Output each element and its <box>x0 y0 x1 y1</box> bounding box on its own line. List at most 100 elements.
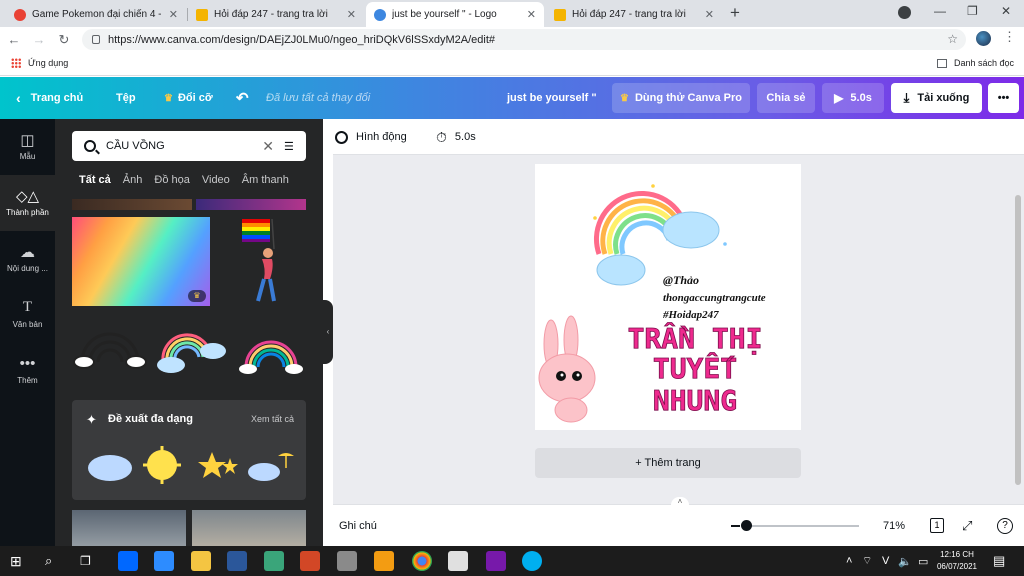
file-menu[interactable]: Tệp <box>116 77 136 119</box>
name-text-line[interactable]: TUYẾT <box>652 351 737 386</box>
language-indicator[interactable]: V <box>882 546 889 576</box>
present-button[interactable]: ▶ 5.0s <box>822 83 884 113</box>
tray-chevron-icon[interactable]: ˄ <box>846 546 852 576</box>
browser-tab-active[interactable]: just be yourself " - Logo ✕ <box>366 2 544 27</box>
volume-icon[interactable]: 🔈 <box>898 546 912 576</box>
wifi-icon[interactable]: ⌔ <box>862 546 872 576</box>
bunny-graphic[interactable] <box>538 315 596 423</box>
profile-avatar[interactable] <box>976 31 991 46</box>
tab-all[interactable]: Tất cả <box>79 174 111 186</box>
browser-tab[interactable]: Game Pokemon đại chiến 4 - Po ✕ <box>6 2 186 27</box>
word-icon[interactable] <box>227 551 247 571</box>
taskbar-clock[interactable]: 12:16 CH 06/07/2021 <box>934 549 980 573</box>
restore-icon[interactable]: ❐ <box>967 4 978 18</box>
photo-thumbnail[interactable] <box>192 510 306 546</box>
animate-button[interactable]: Hình động <box>335 119 407 155</box>
share-button[interactable]: Chia sẻ <box>757 83 815 113</box>
rainbow-gradient-thumbnail[interactable]: ♛ <box>72 217 210 306</box>
app-icon[interactable] <box>374 551 394 571</box>
reload-icon[interactable]: ↻ <box>53 32 75 48</box>
credit-text-line[interactable]: thongaccungtrangcute <box>663 292 766 304</box>
file-explorer-icon[interactable] <box>191 551 211 571</box>
rainbow-graphic[interactable] <box>593 184 727 286</box>
close-tab-icon[interactable]: ✕ <box>527 8 536 21</box>
tab-graphics[interactable]: Đồ họa <box>154 174 189 186</box>
browser-menu-icon[interactable]: ⋮ <box>1003 29 1016 45</box>
rainbow-arc-graphic[interactable] <box>236 327 306 375</box>
search-icon[interactable]: ⌕ <box>45 551 65 571</box>
collapse-panel-button[interactable]: ‹ <box>323 300 333 364</box>
more-options-button[interactable]: ••• <box>988 83 1019 113</box>
name-text-line[interactable]: NHUNG <box>652 384 737 418</box>
close-tab-icon[interactable]: ✕ <box>705 8 714 21</box>
app-icon[interactable] <box>448 551 468 571</box>
zoom-app-icon[interactable] <box>154 551 174 571</box>
network-icon[interactable]: ▭ <box>918 546 928 576</box>
credit-text-line[interactable]: #Hoidap247 <box>662 309 719 321</box>
home-button[interactable]: ‹ Trang chủ <box>16 77 83 119</box>
rainbow-outline-graphic[interactable] <box>72 322 147 372</box>
zoom-slider[interactable] <box>743 525 859 527</box>
pride-flag-person-graphic[interactable] <box>234 217 294 306</box>
fullscreen-icon[interactable]: ⤢ <box>962 505 972 547</box>
document-title[interactable]: just be yourself " <box>507 77 597 119</box>
zoom-out-icon[interactable] <box>731 525 740 527</box>
tab-search-icon[interactable] <box>898 6 911 19</box>
tab-audio[interactable]: Âm thanh <box>242 174 289 186</box>
browser-tab[interactable]: Hỏi đáp 247 - trang tra lời ✕ <box>188 2 364 27</box>
see-all-link[interactable]: Xem tất cả <box>251 414 294 424</box>
rail-item-elements[interactable]: ◇△ Thành phần <box>0 175 55 231</box>
photo-thumbnail[interactable] <box>72 199 192 210</box>
app-icon[interactable] <box>337 551 357 571</box>
expand-footer-icon[interactable]: ˄ <box>671 497 689 507</box>
download-button[interactable]: ⤓ Tải xuống <box>891 83 982 113</box>
forward-icon[interactable]: → <box>28 32 50 47</box>
design-page[interactable]: @Thảo thongaccungtrangcute #Hoidap247 TR… <box>535 164 801 430</box>
help-button[interactable]: ? <box>997 518 1013 534</box>
tab-photos[interactable]: Ảnh <box>123 174 143 186</box>
zoom-level[interactable]: 71% <box>883 505 905 547</box>
rainbow-clouds-graphic[interactable] <box>153 317 227 375</box>
add-page-button[interactable]: + Thêm trang <box>535 448 801 478</box>
apps-shortcut[interactable]: Ứng dụng <box>11 58 68 68</box>
rail-item-templates[interactable]: ◫ Mẫu <box>0 119 55 175</box>
page-count-button[interactable]: 1 <box>930 518 944 533</box>
editor-scrollbar[interactable] <box>1013 155 1022 495</box>
filter-icon[interactable]: ☰ <box>284 140 298 153</box>
minimize-icon[interactable]: — <box>934 4 946 18</box>
app-icon[interactable] <box>264 551 284 571</box>
undo-icon[interactable]: ↶ <box>236 77 249 119</box>
close-window-icon[interactable]: ✕ <box>1001 4 1011 18</box>
try-pro-button[interactable]: ♛ Dùng thử Canva Pro <box>612 83 750 113</box>
chrome-icon[interactable] <box>412 551 432 571</box>
name-text-line[interactable]: TRẦN THỊ <box>627 321 763 356</box>
suggestion-graphics[interactable] <box>86 446 296 486</box>
tab-video[interactable]: Video <box>202 174 230 186</box>
scrollbar-thumb[interactable] <box>1015 195 1021 485</box>
rail-item-text[interactable]: T Văn bản <box>0 287 55 343</box>
search-input[interactable]: CẦU VỒNG ✕ ☰ <box>72 131 306 161</box>
photo-thumbnail[interactable] <box>72 510 186 546</box>
rail-item-more[interactable]: ••• Thêm <box>0 343 55 399</box>
reading-list[interactable]: Danh sách đọc <box>936 58 1014 68</box>
powerpoint-icon[interactable] <box>300 551 320 571</box>
zalo-icon[interactable] <box>118 551 138 571</box>
timing-button[interactable]: ⏱ 5.0s <box>436 119 476 155</box>
bookmark-star-icon[interactable]: ☆ <box>947 32 958 46</box>
clear-search-icon[interactable]: ✕ <box>262 138 274 155</box>
task-view-icon[interactable]: ❐ <box>80 551 100 571</box>
browser-tab[interactable]: Hỏi đáp 247 - trang tra lời ✕ <box>546 2 722 27</box>
onenote-icon[interactable] <box>486 551 506 571</box>
back-icon[interactable]: ← <box>3 32 25 47</box>
skype-icon[interactable] <box>522 551 542 571</box>
new-tab-button[interactable]: + <box>730 3 740 23</box>
photo-thumbnail[interactable] <box>196 199 306 210</box>
notifications-icon[interactable]: ▤ <box>993 546 1005 576</box>
credit-text-line[interactable]: @Thảo <box>663 273 699 287</box>
zoom-slider-knob[interactable] <box>741 520 752 531</box>
notes-button[interactable]: Ghi chú <box>339 505 377 547</box>
close-tab-icon[interactable]: ✕ <box>169 8 178 21</box>
address-bar[interactable]: https://www.canva.com/design/DAEjZJ0LMu0… <box>82 29 966 50</box>
resize-button[interactable]: ♛ Đổi cỡ <box>164 77 213 119</box>
close-tab-icon[interactable]: ✕ <box>347 8 356 21</box>
